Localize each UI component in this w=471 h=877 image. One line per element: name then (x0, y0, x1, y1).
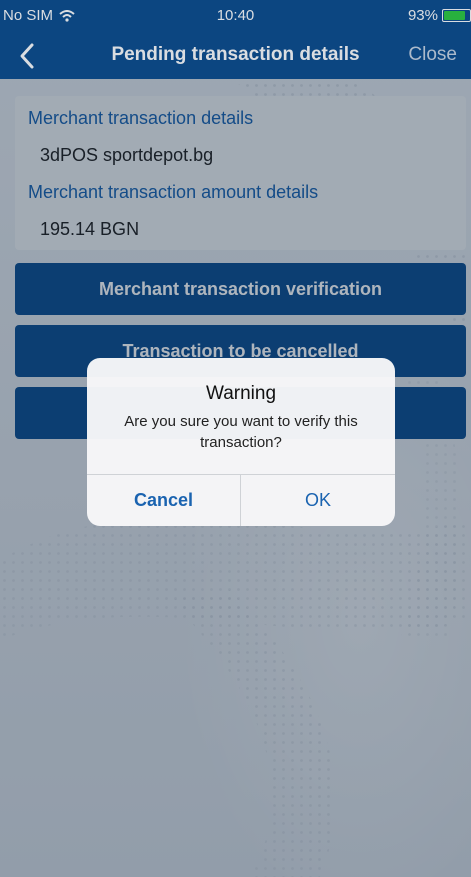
dialog-message: Are you sure you want to verify this tra… (124, 413, 358, 451)
dialog-title: Warning (205, 383, 277, 404)
dialog-ok-button[interactable]: OK (241, 475, 395, 526)
dialog-cancel-button[interactable]: Cancel (87, 475, 240, 526)
warning-dialog: Warning Are you sure you want to verify … (87, 358, 395, 526)
modal-overlay-top (0, 0, 471, 79)
